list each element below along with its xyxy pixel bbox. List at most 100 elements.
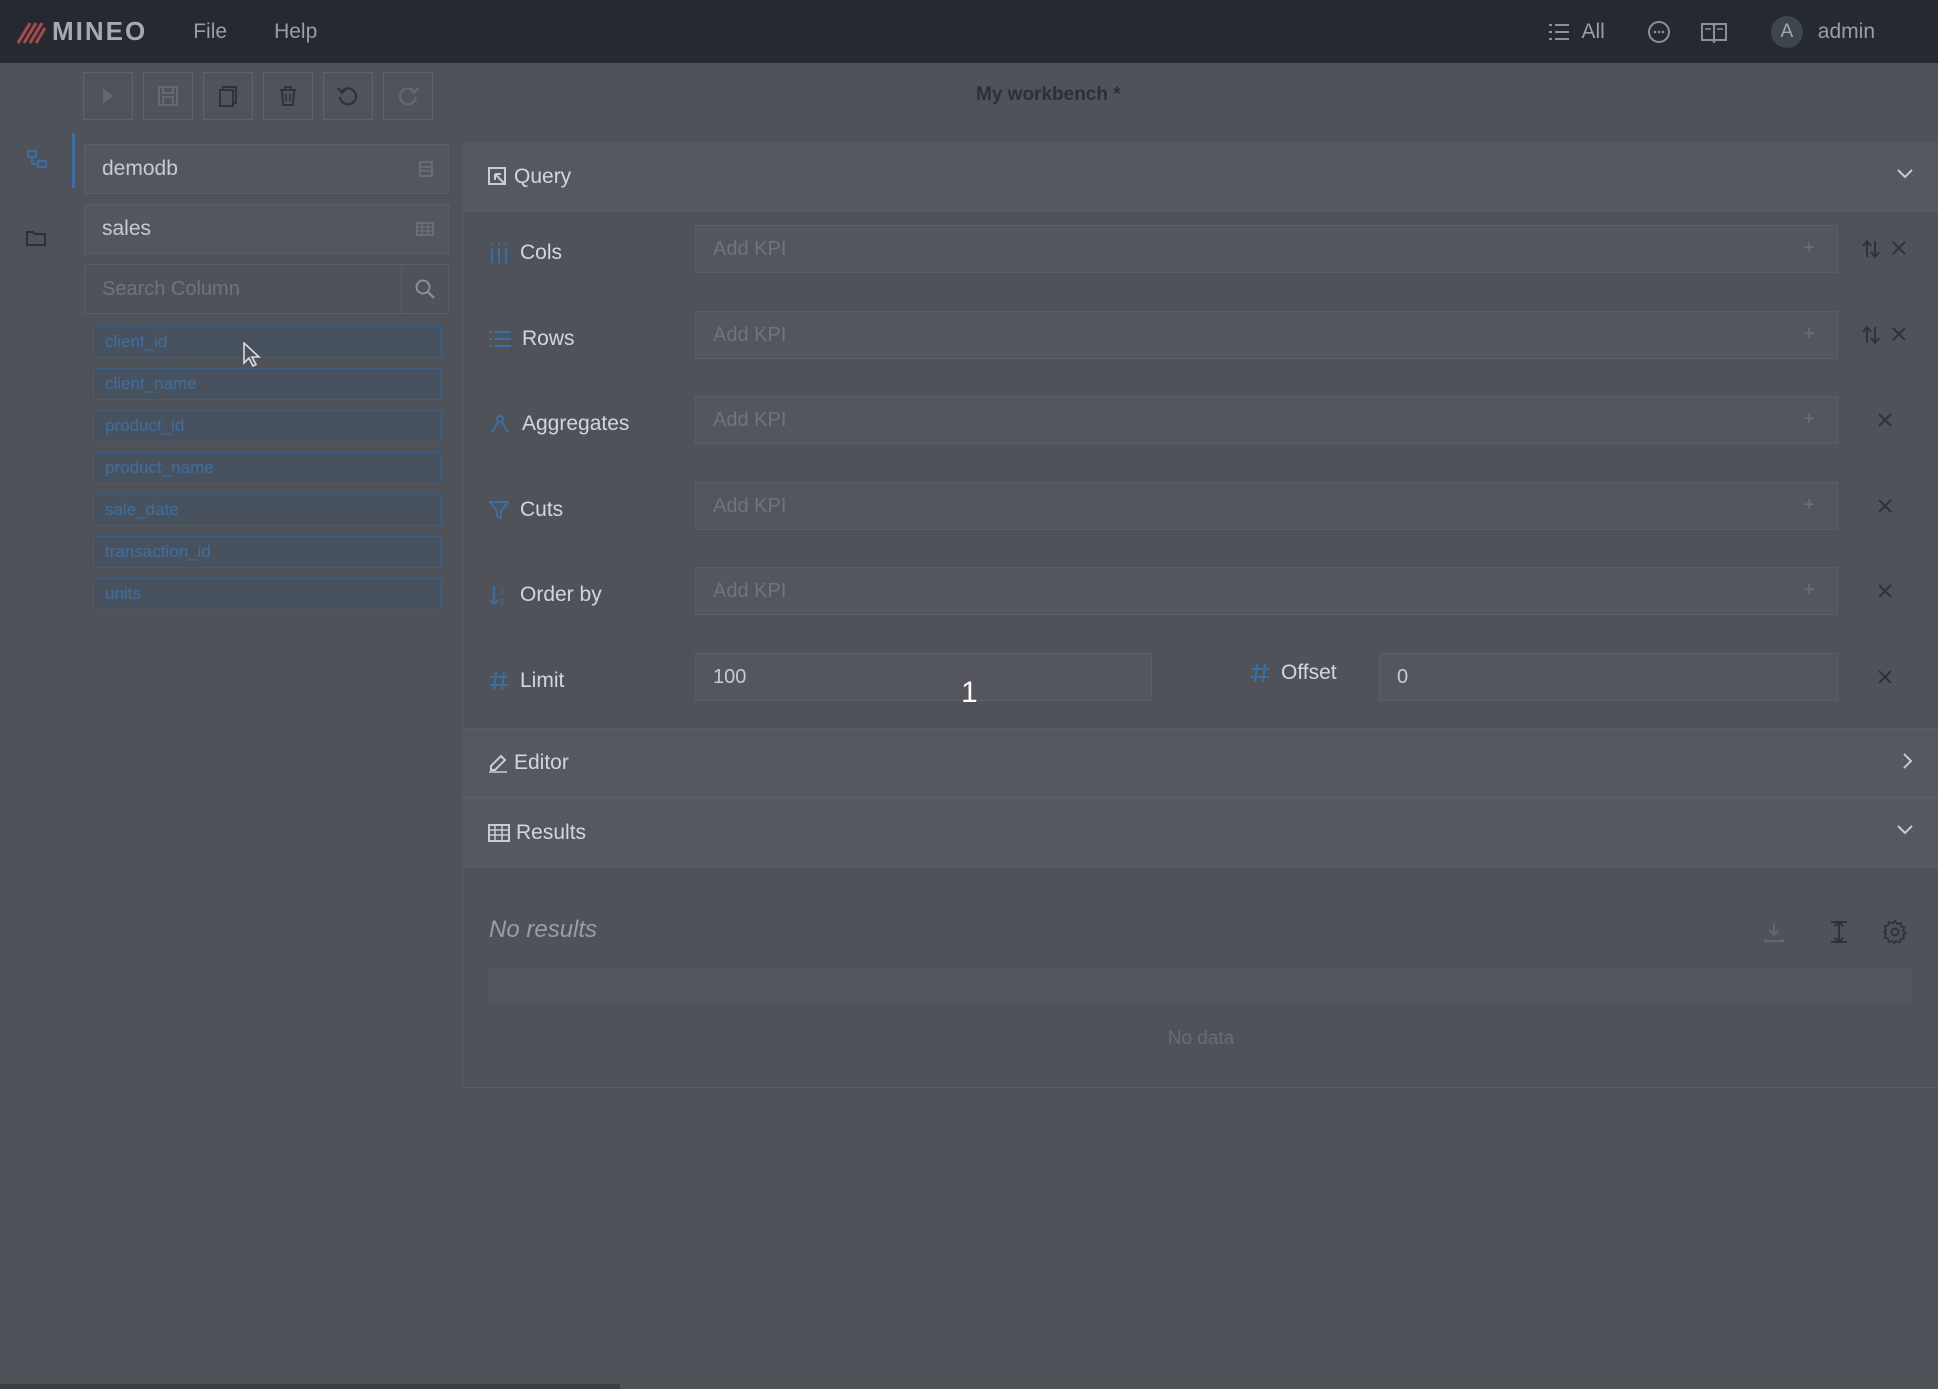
cuts-clear-button[interactable] xyxy=(1877,498,1893,514)
close-icon xyxy=(1892,327,1906,341)
order-by-kpi-input[interactable]: Add KPI + xyxy=(695,567,1838,615)
step-marker: 1 xyxy=(961,676,978,709)
delete-button[interactable] xyxy=(263,72,313,120)
table-select-value: sales xyxy=(102,217,152,240)
menu-help[interactable]: Help xyxy=(274,20,317,44)
order-by-label: Order by xyxy=(520,583,602,606)
column-search-button[interactable] xyxy=(401,265,448,313)
rail-files-button[interactable] xyxy=(26,229,46,252)
add-icon[interactable]: + xyxy=(1803,237,1815,260)
filter-all-label: All xyxy=(1581,19,1605,43)
menu-file[interactable]: File xyxy=(193,20,227,44)
rail-database-button[interactable] xyxy=(26,150,48,173)
logo-icon xyxy=(16,21,46,44)
column-item[interactable]: sale_date xyxy=(93,494,441,526)
copy-button[interactable] xyxy=(203,72,253,120)
filter-all-button[interactable]: All xyxy=(1549,19,1605,44)
undo-button[interactable] xyxy=(323,72,373,120)
main-panel: Query Cols Add KPI + Rows Add KPI + Aggr… xyxy=(462,142,1938,1088)
columns-icon xyxy=(491,243,507,263)
close-icon xyxy=(1878,413,1892,427)
chat-button[interactable] xyxy=(1647,20,1671,44)
sort-icon: 1 z xyxy=(489,586,505,606)
column-item[interactable]: units xyxy=(93,578,441,610)
column-search-input[interactable] xyxy=(85,265,401,313)
avatar[interactable]: A xyxy=(1770,15,1803,48)
cuts-label: Cuts xyxy=(520,498,564,521)
chevron-down-icon[interactable] xyxy=(1896,823,1914,841)
top-bar: MINEO File Help All A admin xyxy=(0,0,1938,63)
rows-clear-button[interactable] xyxy=(1891,326,1907,342)
column-item[interactable]: client_id xyxy=(93,326,441,358)
limit-clear-button[interactable] xyxy=(1877,669,1893,685)
aggregates-kpi-placeholder: Add KPI xyxy=(713,408,787,431)
copy-icon xyxy=(219,86,237,107)
results-section-header[interactable]: Results xyxy=(462,798,1938,868)
chevron-down-icon[interactable] xyxy=(1896,167,1914,185)
cols-kpi-placeholder: Add KPI xyxy=(713,237,787,260)
cols-kpi-input[interactable]: Add KPI + xyxy=(695,225,1838,273)
column-list: client_id client_name product_id product… xyxy=(93,326,449,610)
horizontal-scrollbar[interactable] xyxy=(0,1384,620,1389)
offset-input[interactable]: 0 xyxy=(1379,653,1838,701)
add-icon[interactable]: + xyxy=(1803,323,1815,346)
order-by-clear-button[interactable] xyxy=(1877,583,1893,599)
editor-section-header[interactable]: Editor xyxy=(462,728,1938,798)
query-row-cols: Cols Add KPI + xyxy=(463,225,1938,281)
query-body: Cols Add KPI + Rows Add KPI + Aggregates… xyxy=(462,212,1938,728)
hash-icon xyxy=(1251,663,1269,683)
database-select-value: demodb xyxy=(102,157,178,180)
table-grid-icon xyxy=(488,824,510,842)
close-icon xyxy=(1878,499,1892,513)
cuts-kpi-input[interactable]: Add KPI + xyxy=(695,482,1838,530)
cols-swap-button[interactable] xyxy=(1862,239,1880,259)
redo-button[interactable] xyxy=(383,72,433,120)
limit-label-group: Limit xyxy=(489,669,564,693)
add-icon[interactable]: + xyxy=(1803,579,1815,602)
results-header-bar xyxy=(489,968,1911,1004)
chevron-right-icon[interactable] xyxy=(1902,752,1914,775)
database-select[interactable]: demodb xyxy=(84,144,449,194)
filter-icon xyxy=(489,501,509,520)
database-icon xyxy=(419,161,433,177)
save-button[interactable] xyxy=(143,72,193,120)
results-settings-button[interactable] xyxy=(1883,920,1907,944)
limit-label: Limit xyxy=(520,669,565,692)
order-by-kpi-placeholder: Add KPI xyxy=(713,579,787,602)
user-name[interactable]: admin xyxy=(1818,20,1875,44)
logo[interactable]: MINEO xyxy=(16,16,147,47)
run-button[interactable] xyxy=(83,72,133,120)
download-button[interactable] xyxy=(1763,921,1785,943)
editor-section-title: Editor xyxy=(514,751,569,774)
aggregates-kpi-input[interactable]: Add KPI + xyxy=(695,396,1838,444)
folder-icon xyxy=(26,231,46,246)
run-icon xyxy=(103,89,114,103)
rows-kpi-input[interactable]: Add KPI + xyxy=(695,311,1838,359)
docs-button[interactable] xyxy=(1700,21,1727,43)
add-icon[interactable]: + xyxy=(1803,494,1815,517)
offset-label-group: Offset xyxy=(1250,661,1337,685)
rows-label-group: Rows xyxy=(489,327,575,351)
rail-active-indicator xyxy=(72,133,75,188)
column-item[interactable]: client_name xyxy=(93,368,441,400)
list-icon xyxy=(1549,23,1570,40)
aggregates-clear-button[interactable] xyxy=(1877,412,1893,428)
hash-icon xyxy=(490,671,508,691)
cols-clear-button[interactable] xyxy=(1891,240,1907,256)
table-select[interactable]: sales xyxy=(84,204,449,254)
results-section-title: Results xyxy=(516,821,587,844)
query-row-limit: Limit 100 Offset 0 xyxy=(463,653,1938,709)
query-row-rows: Rows Add KPI + xyxy=(463,311,1938,367)
swap-icon xyxy=(1862,239,1880,259)
rows-swap-button[interactable] xyxy=(1862,325,1880,345)
add-icon[interactable]: + xyxy=(1803,408,1815,431)
book-icon xyxy=(1700,22,1727,43)
trash-icon xyxy=(280,86,296,106)
query-row-cuts: Cuts Add KPI + xyxy=(463,482,1938,538)
column-item[interactable]: transaction_id xyxy=(93,536,441,568)
column-item[interactable]: product_name xyxy=(93,452,441,484)
query-section-header[interactable]: Query xyxy=(462,142,1938,212)
limit-input[interactable]: 100 xyxy=(695,653,1152,701)
fit-height-button[interactable] xyxy=(1829,920,1849,944)
column-item[interactable]: product_id xyxy=(93,410,441,442)
